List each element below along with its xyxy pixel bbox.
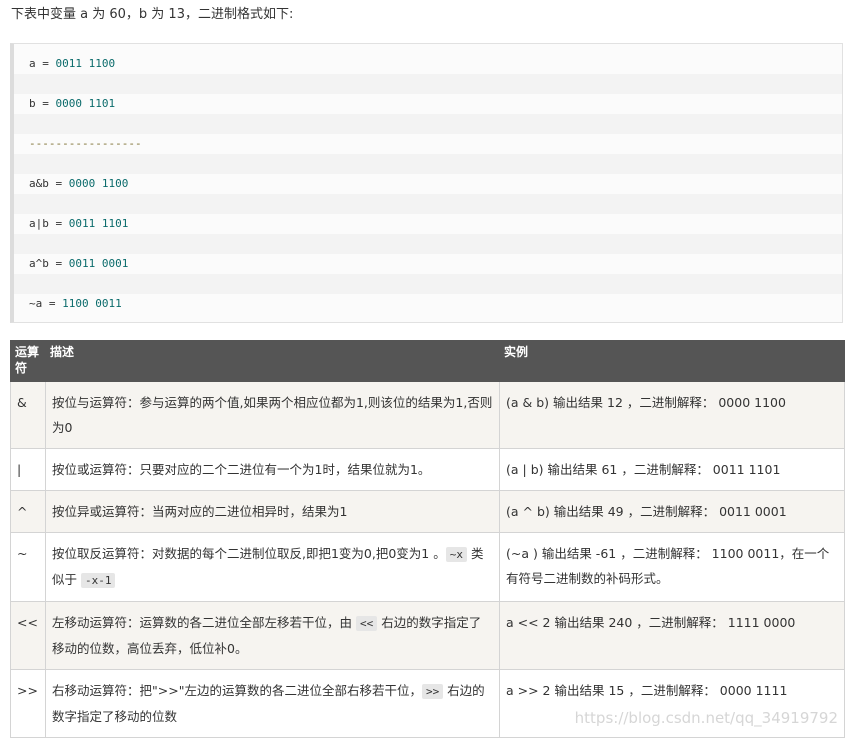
code-line-blank	[14, 194, 842, 214]
inline-code: ~x	[445, 547, 467, 562]
code-block: a = 0011 1100 b = 0000 1101 ------------…	[10, 43, 843, 323]
inline-code: <<	[355, 616, 378, 631]
watermark: https://blog.csdn.net/qq_34919792	[574, 709, 838, 727]
code-line: a|b = 0011 1101	[29, 217, 129, 230]
example-cell: (a & b) 输出结果 12 ，二进制解释： 0000 1100	[499, 381, 845, 449]
code-line: a&b = 0000 1100	[29, 177, 129, 190]
code-line: b = 0000 1101	[29, 97, 116, 110]
header-operator: 运算符	[10, 340, 46, 382]
code-line: a = 0011 1100	[29, 57, 116, 70]
table-row: ~ 按位取反运算符：对数据的每个二进制位取反,即把1变为0,把0变为1 。 ~x …	[10, 532, 845, 602]
code-line: ~a = 1100 0011	[29, 297, 122, 310]
table-row: ^ 按位异或运算符：当两对应的二进位相异时，结果为1 (a ^ b) 输出结果 …	[10, 490, 845, 533]
operator-cell: ~	[10, 532, 46, 602]
operator-cell: &	[10, 381, 46, 449]
code-line-blank	[14, 234, 842, 254]
description-cell: 左移动运算符：运算数的各二进位全部左移若干位，由 << 右边的数字指定了移动的位…	[45, 601, 500, 670]
description-text: 按位取反运算符：对数据的每个二进制位取反,即把1变为0,把0变为1 。	[52, 546, 446, 561]
code-line: a^b = 0011 0001	[29, 257, 129, 270]
table-row: | 按位或运算符：只要对应的二个二进位有一个为1时，结果位就为1。 (a | b…	[10, 448, 845, 491]
operator-cell: |	[10, 448, 46, 491]
code-line: -----------------	[29, 137, 142, 150]
description-text: 左移动运算符：运算数的各二进位全部左移若干位，由	[52, 615, 356, 630]
operator-cell: <<	[10, 601, 46, 670]
table-row: & 按位与运算符：参与运算的两个值,如果两个相应位都为1,则该位的结果为1,否则…	[10, 381, 845, 449]
code-line-blank	[14, 114, 842, 134]
example-cell: (a ^ b) 输出结果 49 ，二进制解释： 0011 0001	[499, 490, 845, 533]
inline-code: -x-1	[80, 573, 116, 588]
code-line-blank	[14, 154, 842, 174]
example-cell: a >> 2 输出结果 15 ，二进制解释： 0000 1111	[499, 669, 845, 738]
table-row: << 左移动运算符：运算数的各二进位全部左移若干位，由 << 右边的数字指定了移…	[10, 601, 845, 670]
code-line-blank	[14, 74, 842, 94]
description-cell: 按位异或运算符：当两对应的二进位相异时，结果为1	[45, 490, 500, 533]
header-example: 实例	[499, 340, 845, 382]
operator-cell: >>	[10, 669, 46, 738]
description-cell: 按位取反运算符：对数据的每个二进制位取反,即把1变为0,把0变为1 。 ~x 类似…	[45, 532, 500, 602]
description-cell: 按位与运算符：参与运算的两个值,如果两个相应位都为1,则该位的结果为1,否则为0	[45, 381, 500, 449]
description-cell: 右移动运算符：把">>"左边的运算数的各二进位全部右移若干位， >> 右边的数字指…	[45, 669, 500, 738]
inline-code: >>	[421, 684, 444, 699]
operator-cell: ^	[10, 490, 46, 533]
intro-text: 下表中变量 a 为 60，b 为 13，二进制格式如下:	[11, 7, 294, 22]
example-cell: (~a ) 输出结果 -61 ，二进制解释： 1100 0011，在一个有符号二…	[499, 532, 845, 602]
operators-table: 运算符 描述 实例 & 按位与运算符：参与运算的两个值,如果两个相应位都为1,则…	[10, 340, 845, 738]
table-row: >> 右移动运算符：把">>"左边的运算数的各二进位全部右移若干位， >> 右边的…	[10, 669, 845, 738]
header-description: 描述	[45, 340, 500, 382]
description-cell: 按位或运算符：只要对应的二个二进位有一个为1时，结果位就为1。	[45, 448, 500, 491]
example-cell: a << 2 输出结果 240 ，二进制解释： 1111 0000	[499, 601, 845, 670]
table-header-row: 运算符 描述 实例	[10, 340, 845, 382]
code-line-blank	[14, 274, 842, 294]
description-text: 右移动运算符：把">>"左边的运算数的各二进位全部右移若干位，	[52, 683, 422, 698]
example-cell: (a | b) 输出结果 61 ，二进制解释： 0011 1101	[499, 448, 845, 491]
